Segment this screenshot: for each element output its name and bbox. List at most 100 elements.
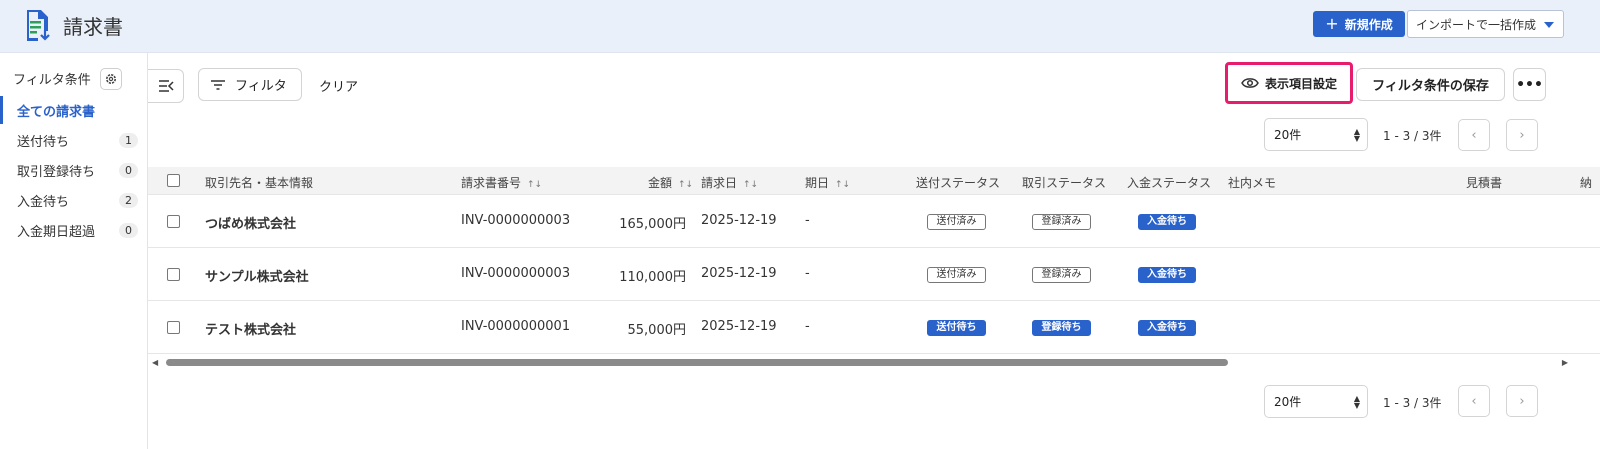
bulk-import-label: インポートで一括作成 [1416, 17, 1537, 32]
send-status-badge: 送付待ち [927, 320, 986, 336]
column-header-due-date[interactable]: 期日 ↑↓ [805, 174, 850, 191]
select-all-checkbox[interactable] [167, 174, 180, 187]
next-page-button[interactable]: › [1506, 119, 1538, 151]
collapse-sidebar-icon [158, 80, 174, 92]
chevron-left-icon: ‹ [1471, 127, 1477, 143]
sidebar-item-label: 全ての請求書 [17, 104, 96, 120]
column-header-quotation: 見積書 [1466, 176, 1503, 190]
invoice-number: INV-0000000003 [461, 213, 571, 228]
send-status-badge: 送付済み [927, 214, 986, 230]
invoice-date: 2025-12-19 [701, 213, 777, 228]
sort-icon: ↑↓ [743, 180, 759, 190]
prev-page-button-bottom[interactable]: ‹ [1458, 385, 1490, 417]
sidebar-item-label: 取引登録待ち [17, 164, 96, 180]
amount: 165,000円 [619, 217, 686, 232]
column-header-delivery: 納 [1580, 176, 1593, 190]
display-settings-button[interactable]: 表示項目設定 [1225, 62, 1353, 104]
deal-status-badge: 登録待ち [1032, 320, 1091, 336]
per-page-value: 20件 [1274, 395, 1302, 409]
amount: 110,000円 [619, 270, 686, 285]
client-name[interactable]: テスト株式会社 [205, 319, 296, 338]
due-date: - [805, 213, 810, 228]
filter-lines-icon [211, 79, 225, 90]
per-page-value: 20件 [1274, 128, 1302, 142]
column-header-invoice-date[interactable]: 請求日 ↑↓ [701, 174, 758, 191]
due-date: - [805, 266, 810, 281]
row-checkbox[interactable] [167, 321, 180, 334]
count-badge: 0 [119, 163, 138, 178]
chevron-right-icon: › [1519, 127, 1525, 143]
sidebar-item-label: 入金待ち [17, 194, 70, 210]
more-options-button[interactable]: ••• [1513, 68, 1546, 101]
select-arrows-icon: ▲ ▼ [1353, 127, 1360, 143]
plus-icon: + [1325, 14, 1339, 33]
sort-icon: ↑↓ [835, 180, 851, 190]
prev-page-button[interactable]: ‹ [1458, 119, 1490, 151]
client-name[interactable]: サンプル株式会社 [205, 266, 309, 285]
clear-filter-link[interactable]: クリア [319, 76, 358, 95]
app-header: 請求書 + 新規作成 インポートで一括作成 [0, 0, 1600, 53]
table-row[interactable]: つばめ株式会社 INV-0000000003 165,000円 2025-12-… [148, 195, 1600, 248]
bulk-import-dropdown[interactable]: インポートで一括作成 [1407, 10, 1564, 38]
invoice-number: INV-0000000003 [461, 266, 571, 281]
sort-icon: ↑↓ [678, 180, 694, 190]
payment-status-badge: 入金待ち [1138, 214, 1196, 230]
row-checkbox[interactable] [167, 268, 180, 281]
invoice-date: 2025-12-19 [701, 319, 777, 334]
deal-status-badge: 登録済み [1032, 267, 1091, 283]
client-name[interactable]: つばめ株式会社 [205, 213, 296, 232]
page-title: 請求書 [63, 15, 123, 39]
filter-label: フィルタ [235, 79, 287, 94]
next-page-button-bottom[interactable]: › [1506, 385, 1538, 417]
amount: 55,000円 [627, 323, 687, 338]
invoice-document-icon [24, 8, 54, 42]
chevron-left-icon: ‹ [1471, 393, 1477, 409]
invoice-date: 2025-12-19 [701, 266, 777, 281]
column-header-invoice-number[interactable]: 請求書番号 ↑↓ [461, 174, 542, 191]
eye-icon [1241, 78, 1259, 88]
sidebar-item-awaiting-send[interactable]: 送付待ち 1 [0, 126, 147, 154]
caret-down-icon [1544, 22, 1554, 28]
chevron-right-icon: › [1519, 393, 1525, 409]
column-header-client[interactable]: 取引先名・基本情報 [205, 174, 313, 191]
per-page-select-bottom[interactable]: 20件 ▲ ▼ [1264, 385, 1368, 418]
save-filter-button[interactable]: フィルタ条件の保存 [1356, 68, 1505, 101]
due-date: - [805, 319, 810, 334]
sidebar-item-all-invoices[interactable]: 全ての請求書 [0, 96, 147, 124]
column-header-deal-status: 取引ステータス [1022, 176, 1107, 190]
row-checkbox[interactable] [167, 215, 180, 228]
display-settings-label: 表示項目設定 [1264, 76, 1337, 91]
scroll-right-icon[interactable]: ▶ [1562, 358, 1568, 367]
sidebar-item-label: 送付待ち [17, 134, 70, 150]
gear-icon[interactable] [100, 68, 122, 90]
scrollbar-thumb[interactable] [166, 359, 1228, 366]
invoice-number: INV-0000000001 [461, 319, 571, 334]
table-row[interactable]: テスト株式会社 INV-0000000001 55,000円 2025-12-1… [148, 301, 1600, 354]
count-badge: 0 [119, 223, 138, 238]
per-page-select[interactable]: 20件 ▲ ▼ [1264, 118, 1368, 151]
deal-status-badge: 登録済み [1032, 214, 1091, 230]
horizontal-scrollbar[interactable]: ◀ ▶ [148, 355, 1568, 369]
send-status-badge: 送付済み [927, 267, 986, 283]
column-header-amount[interactable]: 金額 ↑↓ [648, 174, 693, 191]
count-badge: 2 [119, 193, 138, 208]
new-invoice-button[interactable]: + 新規作成 [1313, 11, 1405, 37]
sidebar-item-label: 入金期日超過 [17, 224, 96, 240]
collapse-sidebar-button[interactable] [148, 69, 184, 103]
table-header: 取引先名・基本情報 請求書番号 ↑↓ 金額 ↑↓ 請求日 ↑↓ 期日 ↑↓ 送付ステータ… [148, 167, 1600, 195]
table-row[interactable]: サンプル株式会社 INV-0000000003 110,000円 2025-12… [148, 248, 1600, 301]
sidebar-item-awaiting-payment[interactable]: 入金待ち 2 [0, 186, 147, 214]
sidebar-item-payment-overdue[interactable]: 入金期日超過 0 [0, 216, 147, 244]
pagination-info: 1 - 3 / 3件 [1383, 129, 1442, 143]
payment-status-badge: 入金待ち [1138, 267, 1196, 283]
payment-status-badge: 入金待ち [1138, 320, 1196, 336]
sidebar-item-awaiting-registration[interactable]: 取引登録待ち 0 [0, 156, 147, 184]
column-header-internal-memo: 社内メモ [1228, 176, 1277, 190]
new-invoice-label: 新規作成 [1344, 17, 1393, 32]
scroll-left-icon[interactable]: ◀ [152, 358, 158, 367]
column-header-send-status: 送付ステータス [916, 176, 1001, 190]
count-badge: 1 [119, 133, 138, 148]
filter-conditions-heading: フィルタ条件 [13, 73, 91, 88]
select-arrows-icon: ▲ ▼ [1353, 394, 1360, 410]
filter-button[interactable]: フィルタ [198, 68, 302, 101]
